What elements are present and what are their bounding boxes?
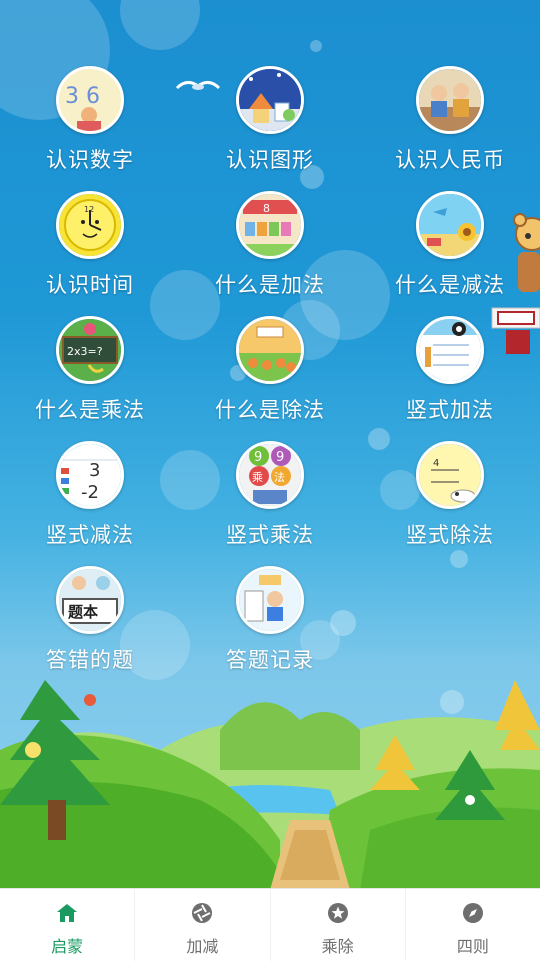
vertical-addition-icon: [416, 316, 484, 384]
tab-label: 四则: [456, 937, 489, 956]
compass-icon: [462, 903, 483, 923]
topic-label: 什么是减法: [395, 273, 505, 297]
topic-recognize-numbers[interactable]: 3 6 认识数字: [0, 60, 180, 180]
topic-vertical-addition[interactable]: 竖式加法: [360, 310, 540, 430]
answer-record-icon: [236, 566, 304, 634]
svg-text:2x3=?: 2x3=?: [67, 345, 103, 358]
tab-qimeng[interactable]: 启蒙: [0, 889, 134, 961]
topic-recognize-time[interactable]: 12 认识时间: [0, 185, 180, 305]
topic-vertical-multiplication[interactable]: 9 9 乘 法 竖式乘法: [180, 435, 360, 555]
svg-text:9: 9: [276, 450, 284, 465]
topic-what-is-addition[interactable]: 8 什么是加法: [180, 185, 360, 305]
topic-vertical-division[interactable]: 4 竖式除法: [360, 435, 540, 555]
svg-text:4: 4: [433, 458, 439, 469]
topic-label: 竖式乘法: [226, 523, 314, 547]
svg-text:题本: 题本: [68, 603, 98, 621]
topic-label: 什么是乘法: [35, 398, 145, 422]
svg-text:3 6: 3 6: [65, 84, 100, 109]
topic-label: 竖式减法: [46, 523, 134, 547]
tab-chengchu[interactable]: 乘除: [269, 889, 405, 961]
vertical-multiplication-icon: 9 9 乘 法: [236, 441, 304, 509]
topic-label: 竖式除法: [406, 523, 494, 547]
topic-label: 认识时间: [46, 273, 134, 297]
svg-text:3: 3: [89, 460, 100, 481]
topic-label: 什么是加法: [215, 273, 325, 297]
shapes-icon: [236, 66, 304, 134]
topic-recognize-money[interactable]: 认识人民币: [360, 60, 540, 180]
topic-label: 竖式加法: [406, 398, 494, 422]
svg-text:8: 8: [263, 202, 270, 215]
topic-label: 认识图形: [226, 148, 314, 172]
bubble: [310, 40, 322, 52]
clock-icon: 12: [56, 191, 124, 259]
vertical-division-icon: 4: [416, 441, 484, 509]
wrong-answers-icon: 题本: [56, 566, 124, 634]
money-icon: [416, 66, 484, 134]
topic-what-is-subtraction[interactable]: 什么是减法: [360, 185, 540, 305]
subtraction-icon: [416, 191, 484, 259]
svg-text:乘: 乘: [252, 471, 263, 484]
addition-icon: 8: [236, 191, 304, 259]
topic-label: 认识人民币: [395, 148, 505, 172]
topic-label: 答错的题: [46, 648, 134, 672]
tab-label: 加减: [186, 937, 219, 956]
background-scene: 3 6 认识数字 认识图形 认识人民币 12 认识时间 8 什么是加法 什么是减…: [0, 0, 540, 888]
topic-what-is-division[interactable]: 什么是除法: [180, 310, 360, 430]
topic-label: 答题记录: [226, 648, 314, 672]
aperture-icon: [192, 903, 213, 923]
topic-wrong-answers[interactable]: 题本 答错的题: [0, 560, 180, 680]
tab-label: 启蒙: [51, 937, 84, 956]
tab-size[interactable]: 四则: [404, 889, 540, 961]
topic-label: 什么是除法: [215, 398, 325, 422]
home-icon: [57, 904, 78, 922]
numbers-icon: 3 6: [56, 66, 124, 134]
svg-text:-2: -2: [81, 482, 99, 503]
multiplication-icon: 2x3=?: [56, 316, 124, 384]
vertical-subtraction-icon: 3 -2: [56, 441, 124, 509]
topic-what-is-multiplication[interactable]: 2x3=? 什么是乘法: [0, 310, 180, 430]
star-circle-icon: [327, 903, 348, 923]
topic-label: 认识数字: [46, 148, 134, 172]
tab-jiajian[interactable]: 加减: [134, 889, 269, 961]
bubble: [120, 0, 200, 50]
bottom-navigation: 启蒙 加减 乘除 四则: [0, 888, 540, 961]
svg-text:法: 法: [274, 470, 285, 484]
tab-label: 乘除: [321, 937, 354, 956]
topic-recognize-shapes[interactable]: 认识图形: [180, 60, 360, 180]
topic-answer-record[interactable]: 答题记录: [180, 560, 360, 680]
topic-vertical-subtraction[interactable]: 3 -2 竖式减法: [0, 435, 180, 555]
division-icon: [236, 316, 304, 384]
svg-text:9: 9: [254, 450, 262, 465]
